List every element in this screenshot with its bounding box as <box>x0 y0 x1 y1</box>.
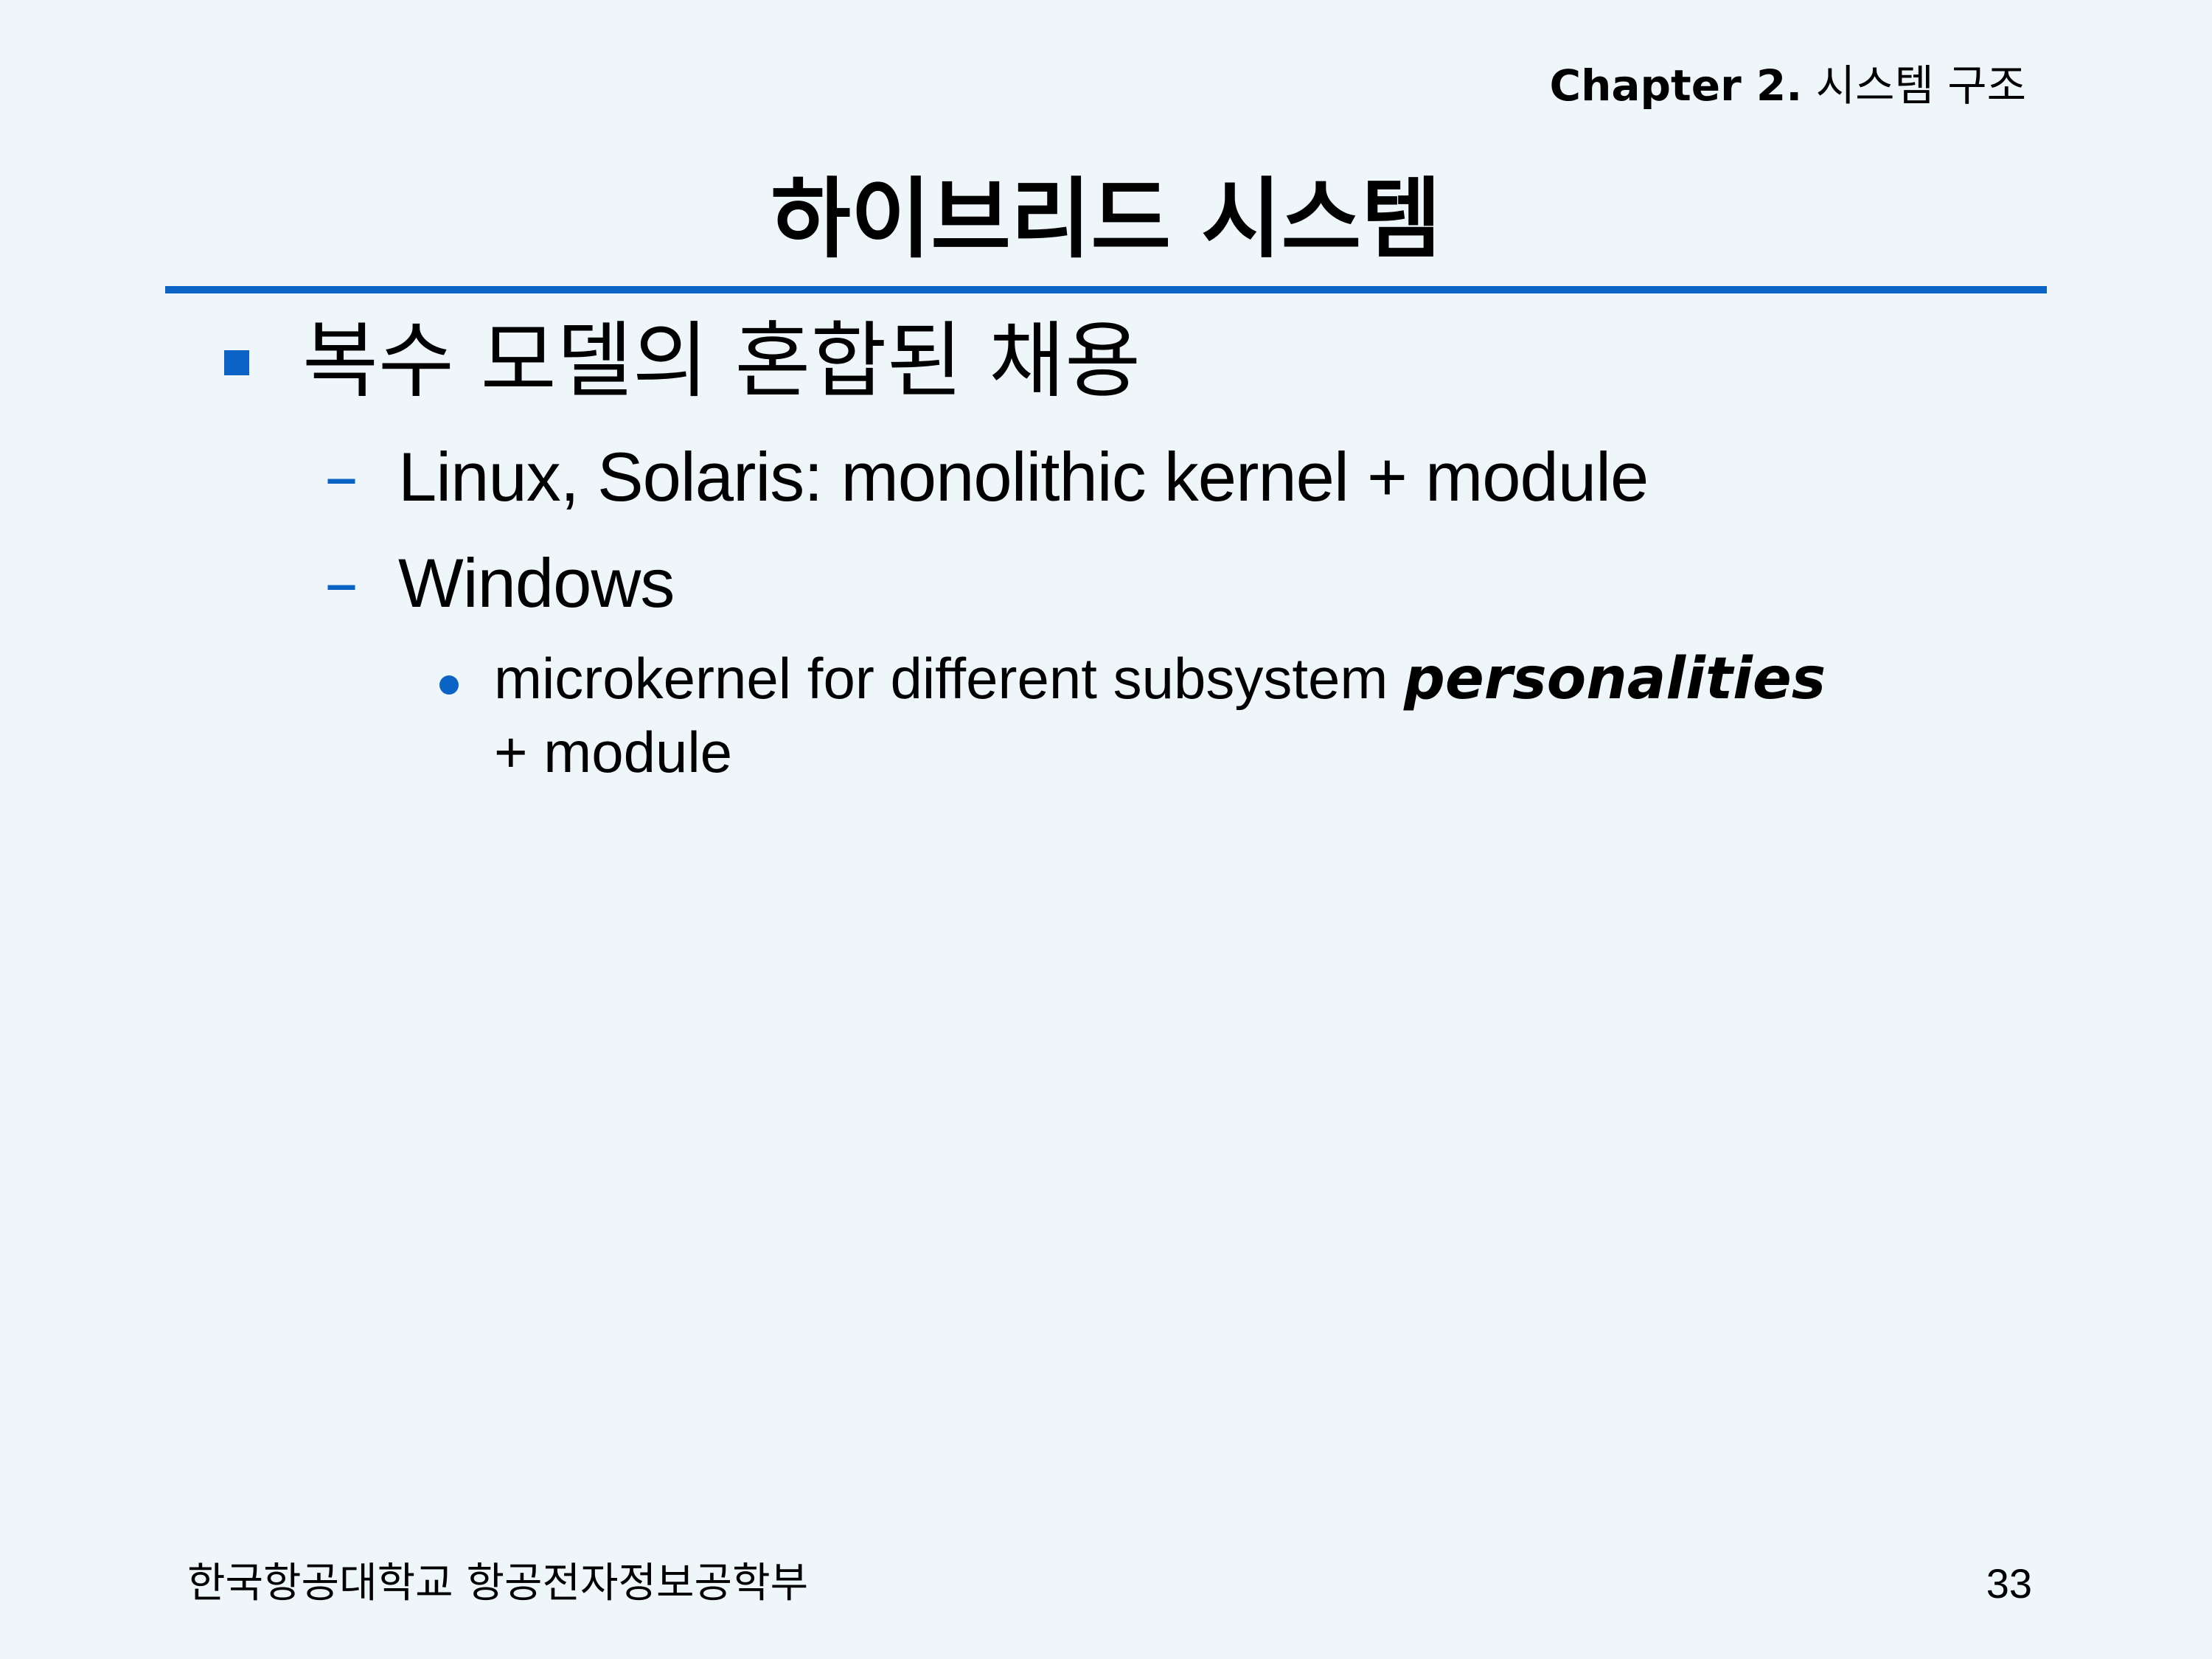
slide-title: 하이브리드 시스템 <box>771 168 1441 270</box>
square-bullet-icon <box>224 350 249 375</box>
dot-bullet-icon <box>439 675 459 695</box>
sub-bullet-text: Linux, Solaris: monolithic kernel + modu… <box>398 438 1649 515</box>
chapter-header: Chapter 2. 시스템 구조 <box>1550 56 2026 115</box>
footer-institution: 한국항공대학교 항공전자정보공학부 <box>187 1559 809 1607</box>
sub-sub-bullet-continuation: + module <box>494 720 733 785</box>
sub-bullet-text: Windows <box>398 544 675 622</box>
dash-bullet-icon: – <box>324 543 358 622</box>
sub-sub-bullet-text: microkernel for different subsystem pers… <box>494 641 1826 716</box>
page-number: 33 <box>1986 1560 2032 1607</box>
sub-sub-bullet-main: microkernel for different subsystem <box>494 646 1388 711</box>
bullet-text: 복수 모델의 혼합된 채용 <box>302 313 1141 409</box>
emphasis-text: personalities <box>1404 646 1826 712</box>
chapter-label: Chapter 2. <box>1549 60 1803 111</box>
dash-bullet-icon: – <box>324 437 358 516</box>
title-divider <box>165 286 2047 293</box>
chapter-title: 시스템 구조 <box>1815 60 2026 111</box>
